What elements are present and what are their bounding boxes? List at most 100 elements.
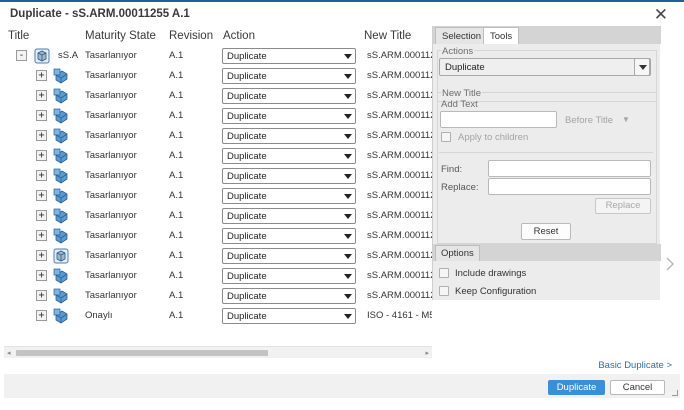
table-row[interactable]: + Tasarlanıyor A.1 Duplicate sS.ARM.00011255: [4, 166, 432, 186]
expand-toggle[interactable]: +: [36, 250, 47, 261]
table-row[interactable]: + Tasarlanıyor A.1 Duplicate sS.ARM.00011255: [4, 226, 432, 246]
expand-toggle[interactable]: +: [36, 190, 47, 201]
new-title-label: New Title: [441, 88, 483, 99]
part-icon: [52, 287, 70, 305]
chevron-right-icon[interactable]: [664, 257, 676, 271]
expand-toggle[interactable]: +: [36, 230, 47, 241]
chevron-down-icon: [344, 314, 352, 319]
expand-toggle[interactable]: +: [36, 110, 47, 121]
row-maturity-state: Tasarlanıyor: [85, 210, 137, 221]
actions-label: Actions: [441, 46, 475, 57]
row-maturity-state: Tasarlanıyor: [85, 170, 137, 181]
scroll-left-icon[interactable]: ◂: [7, 349, 11, 357]
expand-toggle[interactable]: +: [36, 290, 47, 301]
reset-button[interactable]: Reset: [521, 223, 571, 240]
options-header: Options: [433, 244, 661, 261]
chevron-down-icon: [344, 294, 352, 299]
column-new-title[interactable]: New Title: [364, 30, 411, 42]
row-action-select[interactable]: Duplicate: [222, 248, 356, 264]
row-action-select[interactable]: Duplicate: [222, 288, 356, 304]
expand-toggle[interactable]: +: [36, 150, 47, 161]
column-title[interactable]: Title: [8, 30, 29, 42]
row-action-select[interactable]: Duplicate: [222, 128, 356, 144]
assembly-icon: [52, 247, 70, 265]
include-drawings-checkbox[interactable]: [439, 268, 449, 278]
tab-selection[interactable]: Selection: [435, 27, 489, 44]
chevron-down-icon: [344, 194, 352, 199]
table-row[interactable]: + Tasarlanıyor A.1 Duplicate sS.ARM.00011255: [4, 86, 432, 106]
table-row[interactable]: + Tasarlanıyor A.1 Duplicate sS.ARM.00011255: [4, 206, 432, 226]
table-row[interactable]: + Tasarlanıyor A.1 Duplicate sS.ARM.00011255: [4, 246, 432, 266]
expand-toggle[interactable]: +: [36, 310, 47, 321]
add-text-input[interactable]: [440, 111, 557, 128]
row-action-select[interactable]: Duplicate: [222, 268, 356, 284]
row-new-title: sS.ARM.00011255: [367, 50, 432, 61]
chevron-down-icon: [344, 254, 352, 259]
row-action-select[interactable]: Duplicate: [222, 88, 356, 104]
row-action-select[interactable]: Duplicate: [222, 108, 356, 124]
find-input[interactable]: [488, 160, 651, 177]
row-maturity-state: Tasarlanıyor: [85, 150, 137, 161]
replace-input[interactable]: [488, 178, 651, 195]
position-select[interactable]: Before Title: [565, 115, 613, 126]
expand-toggle[interactable]: +: [36, 90, 47, 101]
collapse-toggle[interactable]: -: [16, 50, 27, 61]
row-maturity-state: Onaylı: [85, 310, 113, 321]
table-row[interactable]: + Tasarlanıyor A.1 Duplicate sS.ARM.00011255: [4, 126, 432, 146]
action-select[interactable]: Duplicate: [439, 58, 651, 76]
row-action-select[interactable]: Duplicate: [222, 208, 356, 224]
row-action-select[interactable]: Duplicate: [222, 308, 356, 324]
row-action-select[interactable]: Duplicate: [222, 228, 356, 244]
expand-toggle[interactable]: +: [36, 270, 47, 281]
chevron-down-icon: [344, 134, 352, 139]
column-maturity-state[interactable]: Maturity State: [85, 30, 156, 42]
row-action-select[interactable]: Duplicate: [222, 48, 356, 64]
resize-grip-icon[interactable]: [672, 390, 678, 396]
scroll-right-icon[interactable]: ▸: [425, 349, 429, 357]
expand-toggle[interactable]: +: [36, 130, 47, 141]
row-maturity-state: Tasarlanıyor: [85, 290, 137, 301]
row-new-title: sS.ARM.00011255: [367, 270, 432, 281]
part-icon: [52, 227, 70, 245]
apply-children-checkbox[interactable]: [441, 132, 451, 142]
scrollbar-thumb[interactable]: [16, 350, 268, 356]
expand-toggle[interactable]: +: [36, 70, 47, 81]
table-row[interactable]: + Tasarlanıyor A.1 Duplicate sS.ARM.00011255: [4, 106, 432, 126]
column-revision[interactable]: Revision: [169, 30, 213, 42]
row-action-select[interactable]: Duplicate: [222, 168, 356, 184]
row-revision: A.1: [169, 110, 184, 121]
duplicate-button[interactable]: Duplicate: [548, 380, 605, 395]
chevron-down-icon: [344, 174, 352, 179]
row-revision: A.1: [169, 190, 184, 201]
part-icon: [52, 107, 70, 125]
table-row[interactable]: + Onaylı A.1 Duplicate ISO - 4161 - M5: [4, 306, 432, 326]
dropdown-button[interactable]: [634, 58, 650, 76]
row-revision: A.1: [169, 130, 184, 141]
replace-button[interactable]: Replace: [595, 198, 651, 214]
chevron-down-icon: [344, 74, 352, 79]
table-row[interactable]: + Tasarlanıyor A.1 Duplicate sS.ARM.00011255: [4, 66, 432, 86]
expand-toggle[interactable]: +: [36, 210, 47, 221]
tab-tools[interactable]: Tools: [483, 27, 520, 44]
row-maturity-state: Tasarlanıyor: [85, 130, 137, 141]
table-row-root[interactable]: - sS.A Tasarlanıyor A.1 Duplicate sS.ARM…: [4, 46, 432, 66]
table-row[interactable]: + Tasarlanıyor A.1 Duplicate sS.ARM.00011255: [4, 286, 432, 306]
include-drawings-label: Include drawings: [455, 268, 527, 279]
row-revision: A.1: [169, 230, 184, 241]
row-action-select[interactable]: Duplicate: [222, 68, 356, 84]
keep-configuration-checkbox[interactable]: [439, 286, 449, 296]
expand-toggle[interactable]: +: [36, 170, 47, 181]
row-action-select[interactable]: Duplicate: [222, 148, 356, 164]
tab-options[interactable]: Options: [435, 245, 480, 261]
column-action[interactable]: Action: [223, 30, 255, 42]
close-icon[interactable]: ✕: [654, 5, 668, 25]
table-row[interactable]: + Tasarlanıyor A.1 Duplicate sS.ARM.00011255: [4, 146, 432, 166]
cancel-button[interactable]: Cancel: [610, 380, 665, 395]
table-row[interactable]: + Tasarlanıyor A.1 Duplicate sS.ARM.00011255: [4, 266, 432, 286]
row-action-select[interactable]: Duplicate: [222, 188, 356, 204]
chevron-down-icon: [344, 94, 352, 99]
horizontal-scrollbar[interactable]: ◂ ▸: [4, 346, 432, 358]
basic-duplicate-link[interactable]: Basic Duplicate >: [598, 360, 672, 371]
table-row[interactable]: + Tasarlanıyor A.1 Duplicate sS.ARM.00011255: [4, 186, 432, 206]
row-new-title: sS.ARM.00011255: [367, 190, 432, 201]
